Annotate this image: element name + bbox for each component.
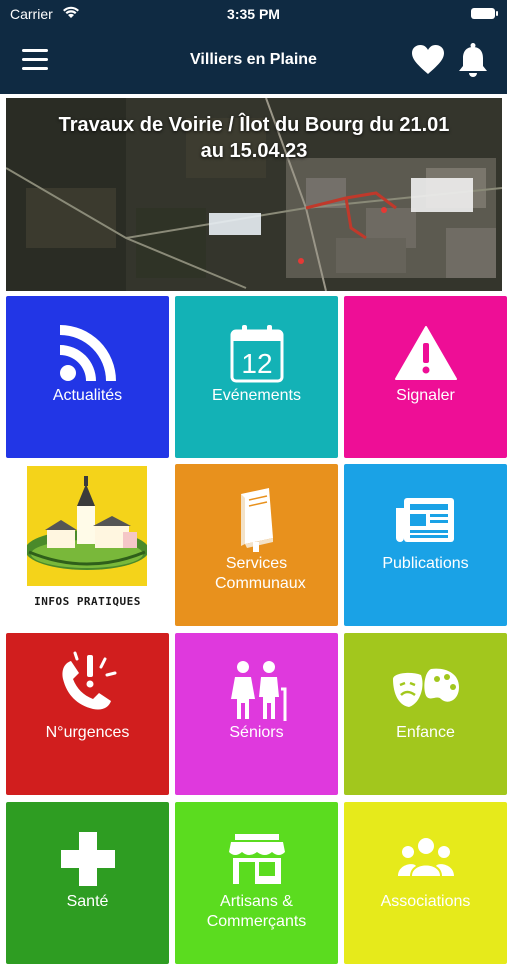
elderly-couple-icon <box>230 661 286 721</box>
tile-label: Artisans & Commerçants <box>206 893 307 930</box>
group-icon <box>397 838 454 876</box>
emergency-phone-icon <box>61 651 116 710</box>
newspaper-icon <box>395 498 454 542</box>
nav-bar: Villiers en Plaine <box>0 28 507 94</box>
tile-label: Actualités <box>52 387 123 404</box>
tile-actualites[interactable]: Actualités <box>6 296 169 458</box>
battery-icon <box>471 8 498 19</box>
tile-label: N°urgences <box>45 724 130 741</box>
masks-palette-icon <box>392 668 459 707</box>
tile-seniors[interactable]: Séniors <box>175 633 338 795</box>
tile-enfance[interactable]: Enfance <box>344 633 507 795</box>
rss-icon <box>59 325 116 381</box>
tile-label: Publications <box>382 555 469 572</box>
bell-icon[interactable] <box>456 42 490 78</box>
status-time: 3:35 PM <box>227 6 280 22</box>
tile-label: Enfance <box>396 724 455 741</box>
tile-label: Santé <box>66 893 109 910</box>
tile-urgences[interactable]: N°urgences <box>6 633 169 795</box>
tile-artisans-commercants[interactable]: Artisans & Commerçants <box>175 802 338 964</box>
tile-label: Associations <box>380 893 471 910</box>
tile-publications[interactable]: Publications <box>344 464 507 626</box>
calendar-day: 12 <box>241 348 272 379</box>
warning-icon <box>394 326 457 380</box>
tile-evenements[interactable]: 12 Evénements <box>175 296 338 458</box>
banner-title: Travaux de Voirie / Îlot du Bourg du 21.… <box>58 114 450 162</box>
heart-icon[interactable] <box>411 44 445 76</box>
calendar-icon: 12 <box>230 325 283 383</box>
village-illustration <box>27 466 147 586</box>
medical-cross-icon <box>60 832 115 886</box>
shop-icon <box>228 834 285 884</box>
tile-label: Evénements <box>212 387 301 404</box>
news-banner[interactable]: Travaux de Voirie / Îlot du Bourg du 21.… <box>6 98 502 291</box>
tile-label: INFOS PRATIQUES <box>34 595 141 608</box>
tile-label: Signaler <box>396 387 455 404</box>
book-icon <box>240 488 273 552</box>
tile-services-communaux[interactable]: Services Communaux <box>175 464 338 626</box>
status-bar: Carrier 3:35 PM <box>0 0 507 28</box>
tile-sante[interactable]: Santé <box>6 802 169 964</box>
tile-associations[interactable]: Associations <box>344 802 507 964</box>
tile-infos-pratiques[interactable]: INFOS PRATIQUES <box>6 464 169 626</box>
tile-label: Services Communaux <box>215 555 306 592</box>
tile-signaler[interactable]: Signaler <box>344 296 507 458</box>
tile-label: Séniors <box>229 724 284 741</box>
